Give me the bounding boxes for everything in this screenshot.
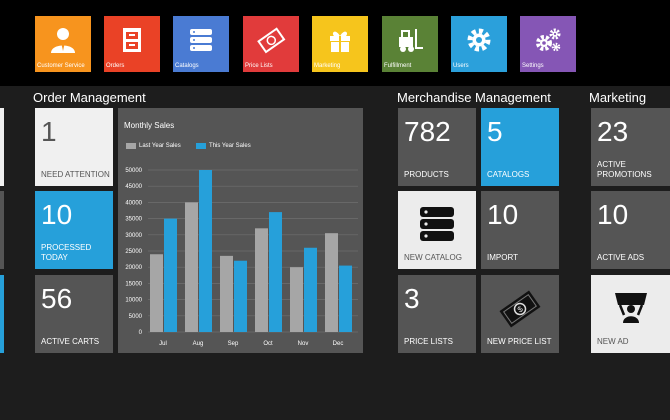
tile-label: PRODUCTS [404,170,449,179]
tile-value: 10 [41,199,73,230]
tile-label: IMPORT [487,253,518,262]
offscreen-tile-edge [0,191,4,269]
tile-value: 3 [404,283,420,314]
y-tick-label: 35000 [125,217,142,223]
tile-label: CATALOGS [487,170,530,179]
tile-value: 56 [41,283,73,314]
tile-value: 23 [597,116,629,147]
nav-tile-marketing[interactable]: Marketing [312,16,368,72]
tile-active-promotions[interactable]: 23 ACTIVE PROMOTIONS [591,108,670,186]
y-tick-label: 15000 [125,281,142,287]
bar-last-year [325,233,338,332]
section-title-merchandise-management: Merchandise Management [397,90,551,105]
y-tick-label: 50000 [125,168,142,174]
nav-label: Customer Service [37,63,85,69]
nav-tile-customer-service[interactable]: Customer Service [35,16,91,72]
nav-label: Users [453,63,469,69]
nav-tile-settings[interactable]: Settings [520,16,576,72]
section-title-order-management: Order Management [33,90,146,105]
section-title-marketing: Marketing [589,90,647,105]
nav-tile-price-lists[interactable]: Price Lists [243,16,299,72]
nav-label: Price Lists [245,63,273,69]
monthly-sales-chart-tile[interactable]: Monthly Sales Last Year Sales This Year … [118,108,363,353]
bar-this-year [339,265,352,332]
server-icon [418,205,456,248]
bar-this-year [164,218,177,332]
tile-label: ACTIVE CARTS [41,337,100,346]
nav-label: Marketing [314,63,341,69]
banner-icon [612,287,650,330]
y-tick-label: 45000 [125,184,142,190]
bar-this-year [234,260,247,332]
y-tick-label: 0 [139,330,143,336]
tile-value: 782 [404,116,451,147]
x-tick-label: Nov [298,341,309,347]
x-tick-label: Dec [333,341,344,347]
nav-label: Settings [522,63,544,69]
offscreen-tile-edge [0,275,4,353]
y-tick-label: 10000 [125,298,142,304]
nav-tile-catalogs[interactable]: Catalogs [173,16,229,72]
tile-processed-today[interactable]: 10 PROCESSED TODAY [35,191,113,269]
cabinet-icon [104,20,160,60]
bar-this-year [269,212,282,332]
tile-label: NEW PRICE LIST [487,337,552,346]
nav-label: Fulfillment [384,63,412,69]
tile-value: 5 [487,116,503,147]
gift-icon [312,20,368,60]
nav-label: Catalogs [175,63,199,69]
customer-icon [35,20,91,60]
tile-value: 10 [597,199,629,230]
bar-last-year [150,254,163,332]
y-tick-label: 25000 [125,249,142,255]
tile-import[interactable]: 10 IMPORT [481,191,559,269]
nav-tile-fulfillment[interactable]: Fulfillment [382,16,438,72]
x-tick-label: Jul [159,341,167,347]
tile-label: PRICE LISTS [404,337,453,346]
tile-new-ad[interactable]: NEW AD [591,275,670,353]
x-tick-label: Sep [228,341,239,347]
y-tick-label: 40000 [125,200,142,206]
tile-new-price-list[interactable]: $ NEW PRICE LIST [481,275,559,353]
price-tag-icon: $ [498,287,542,336]
forklift-icon [382,20,438,60]
tile-active-ads[interactable]: 10 ACTIVE ADS [591,191,670,269]
top-navigation-bar: Customer Service Orders Catalogs Price L… [0,0,670,86]
x-tick-label: Oct [263,341,273,347]
tile-new-catalog[interactable]: NEW CATALOG [398,191,476,269]
tile-label: NEW AD [597,337,629,346]
bar-this-year [304,247,317,332]
offscreen-tile-edge [0,108,4,186]
nav-tile-orders[interactable]: Orders [104,16,160,72]
tile-value: 10 [487,199,519,230]
bar-last-year [290,267,303,332]
tile-need-attention[interactable]: 1 NEED ATTENTION [35,108,113,186]
bar-this-year [199,170,212,332]
x-tick-label: Aug [193,341,204,347]
gears-icon [520,20,576,60]
tile-active-carts[interactable]: 56 ACTIVE CARTS [35,275,113,353]
nav-label: Orders [106,63,125,69]
server-icon [173,20,229,60]
tile-label: NEED ATTENTION [41,170,110,179]
tile-label: ACTIVE ADS [597,253,645,262]
tile-price-lists[interactable]: 3 PRICE LISTS [398,275,476,353]
tile-value: 1 [41,116,57,147]
price-tag-icon [243,20,299,60]
bar-chart: 0 5000 10000 15000 20000 25000 30000 35000 40000… [125,168,358,347]
y-tick-label: 20000 [125,265,142,271]
tile-products[interactable]: 782 PRODUCTS [398,108,476,186]
tile-catalogs[interactable]: 5 CATALOGS [481,108,559,186]
bar-last-year [185,202,198,332]
gear-icon [451,20,507,60]
y-tick-label: 30000 [125,233,142,239]
y-tick-label: 5000 [129,314,143,320]
tile-label: ACTIVE PROMOTIONS [597,160,652,179]
nav-tile-users[interactable]: Users [451,16,507,72]
tile-label: PROCESSED TODAY [41,243,92,262]
bar-last-year [220,255,233,332]
bar-last-year [255,228,268,332]
tile-label: NEW CATALOG [404,253,462,262]
